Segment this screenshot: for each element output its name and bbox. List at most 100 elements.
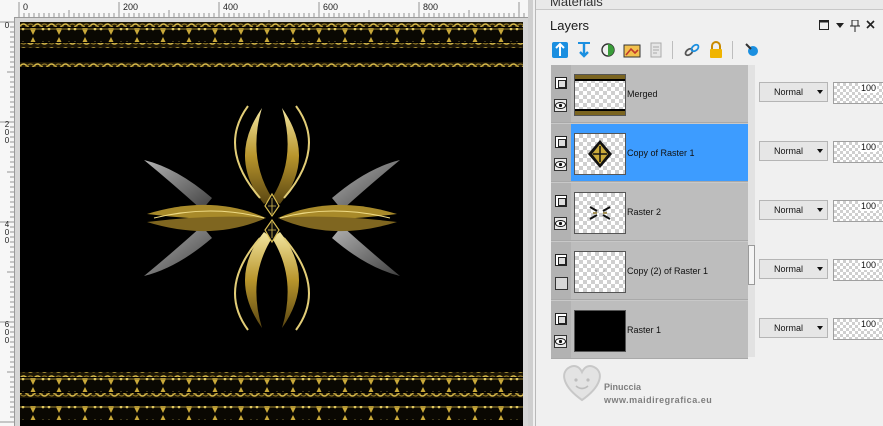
blend-mode-dropdown[interactable]: Normal (759, 318, 828, 338)
restore-icon[interactable] (819, 20, 829, 33)
new-vector-layer-icon[interactable] (574, 40, 594, 60)
row-gutter (551, 301, 571, 358)
opacity-slider[interactable]: 100 (833, 200, 883, 222)
layer-name: Raster 2 (627, 207, 662, 217)
layer-thumbnail (574, 310, 626, 352)
new-raster-layer-icon[interactable] (550, 40, 570, 60)
link-icon[interactable] (682, 40, 702, 60)
new-mask-layer-icon[interactable] (622, 40, 642, 60)
blend-mode-dropdown[interactable]: Normal (759, 82, 828, 102)
chevron-down-icon (817, 149, 823, 153)
opacity-slider[interactable]: 100 (833, 82, 883, 104)
layers-panel-title: Layers (550, 18, 590, 33)
row-gutter (551, 124, 571, 181)
ruler-corner (0, 0, 15, 18)
hidden-visibility-icon[interactable] (555, 277, 568, 290)
toolbar-separator (732, 41, 733, 59)
scrollbar-grip[interactable] (748, 245, 755, 285)
vruler-label-200: 2 0 0 (4, 120, 10, 145)
dropper-icon[interactable] (742, 40, 762, 60)
opacity-value: 100 (859, 201, 877, 211)
blend-mode-value: Normal (774, 146, 804, 156)
vruler-label-400: 4 0 0 (4, 220, 10, 245)
chevron-down-icon (817, 326, 823, 330)
opacity-slider[interactable]: 100 (833, 259, 883, 281)
layer-name: Copy (2) of Raster 1 (627, 266, 709, 276)
layer-row-raster-2[interactable]: Raster 2 (551, 183, 748, 241)
blend-mode-value: Normal (774, 323, 804, 333)
layer-list: Merged Copy of Raster 1 Raster 2 Copy (2… (551, 65, 748, 359)
chevron-down-icon (817, 267, 823, 271)
ruler-label-0: 0 (23, 2, 29, 12)
close-icon[interactable] (866, 20, 875, 32)
layer-list-scrollbar[interactable] (748, 65, 755, 357)
vertical-ruler: 0 2 0 0 4 0 0 6 0 0 (0, 17, 15, 426)
layer-row-merged[interactable]: Merged (551, 65, 748, 123)
layer-controls-raster-1: Normal 100 (757, 301, 883, 359)
artwork (20, 22, 523, 420)
layer-name: Copy of Raster 1 (627, 148, 695, 158)
right-panels: Materials Layers Merged Copy of Raster 1… (535, 0, 883, 426)
vruler-label-600: 6 0 0 (4, 320, 10, 345)
layer-controls-raster-2: Normal 100 (757, 183, 883, 241)
layer-properties-icon[interactable] (646, 40, 666, 60)
watermark-name: Pinuccia (604, 382, 642, 392)
opacity-slider[interactable]: 100 (833, 141, 883, 163)
opacity-value: 100 (859, 142, 877, 152)
layer-row-raster-1[interactable]: Raster 1 (551, 301, 748, 359)
materials-panel-header[interactable]: Materials (536, 0, 883, 10)
dropdown-icon[interactable] (836, 20, 844, 33)
group-toggle-icon[interactable] (555, 313, 567, 325)
blend-mode-value: Normal (774, 205, 804, 215)
pin-icon[interactable] (850, 19, 860, 35)
lock-icon[interactable] (706, 40, 726, 60)
watermark-url: www.maidiregrafica.eu (604, 395, 713, 405)
opacity-value: 100 (859, 83, 877, 93)
visibility-eye-icon[interactable] (554, 99, 567, 112)
layer-thumbnail (574, 133, 626, 175)
ruler-label-600: 600 (323, 2, 339, 12)
image-canvas[interactable] (20, 22, 523, 426)
ruler-label-200: 200 (123, 2, 139, 12)
blend-mode-dropdown[interactable]: Normal (759, 259, 828, 279)
group-toggle-icon[interactable] (555, 136, 567, 148)
layer-thumbnail (574, 251, 626, 293)
group-toggle-icon[interactable] (555, 77, 567, 89)
layer-row-copy-2-of-raster-1[interactable]: Copy (2) of Raster 1 (551, 242, 748, 300)
opacity-value: 100 (859, 319, 877, 329)
ruler-label-400: 400 (223, 2, 239, 12)
group-toggle-icon[interactable] (555, 254, 567, 266)
heart-logo-icon (563, 364, 601, 402)
layer-controls-merged: Normal 100 (757, 65, 883, 123)
layers-toolbar (546, 38, 876, 62)
canvas-vertical-scrollbar[interactable] (528, 0, 533, 426)
visibility-eye-icon[interactable] (554, 335, 567, 348)
layer-thumbnail (574, 74, 626, 116)
row-gutter (551, 183, 571, 240)
horizontal-ruler: 0 200 400 600 800 (14, 0, 530, 18)
row-gutter (551, 242, 571, 299)
row-gutter (551, 65, 571, 122)
layer-row-copy-of-raster-1[interactable]: Copy of Raster 1 (551, 124, 748, 182)
vruler-label-0: 0 (4, 21, 10, 30)
layers-panel-header: Layers (536, 12, 883, 38)
layer-controls-copy-of-raster-1: Normal 100 (757, 124, 883, 182)
blend-mode-dropdown[interactable]: Normal (759, 141, 828, 161)
ruler-label-800: 800 (423, 2, 439, 12)
visibility-eye-icon[interactable] (554, 217, 567, 230)
watermark: Pinuccia www.maidiregrafica.eu (554, 352, 774, 412)
blend-mode-value: Normal (774, 87, 804, 97)
layer-name: Merged (627, 89, 658, 99)
group-toggle-icon[interactable] (555, 195, 567, 207)
layer-name: Raster 1 (627, 325, 662, 335)
layer-controls-copy-2-of-raster-1: Normal 100 (757, 242, 883, 300)
new-adjustment-layer-icon[interactable] (598, 40, 618, 60)
visibility-eye-icon[interactable] (554, 158, 567, 171)
chevron-down-icon (817, 208, 823, 212)
chevron-down-icon (817, 90, 823, 94)
materials-panel-title: Materials (550, 0, 603, 9)
opacity-slider[interactable]: 100 (833, 318, 883, 340)
toolbar-separator (672, 41, 673, 59)
document-canvas-area: 0 200 400 600 800 0 2 0 0 4 0 0 6 0 0 (0, 0, 533, 426)
blend-mode-dropdown[interactable]: Normal (759, 200, 828, 220)
